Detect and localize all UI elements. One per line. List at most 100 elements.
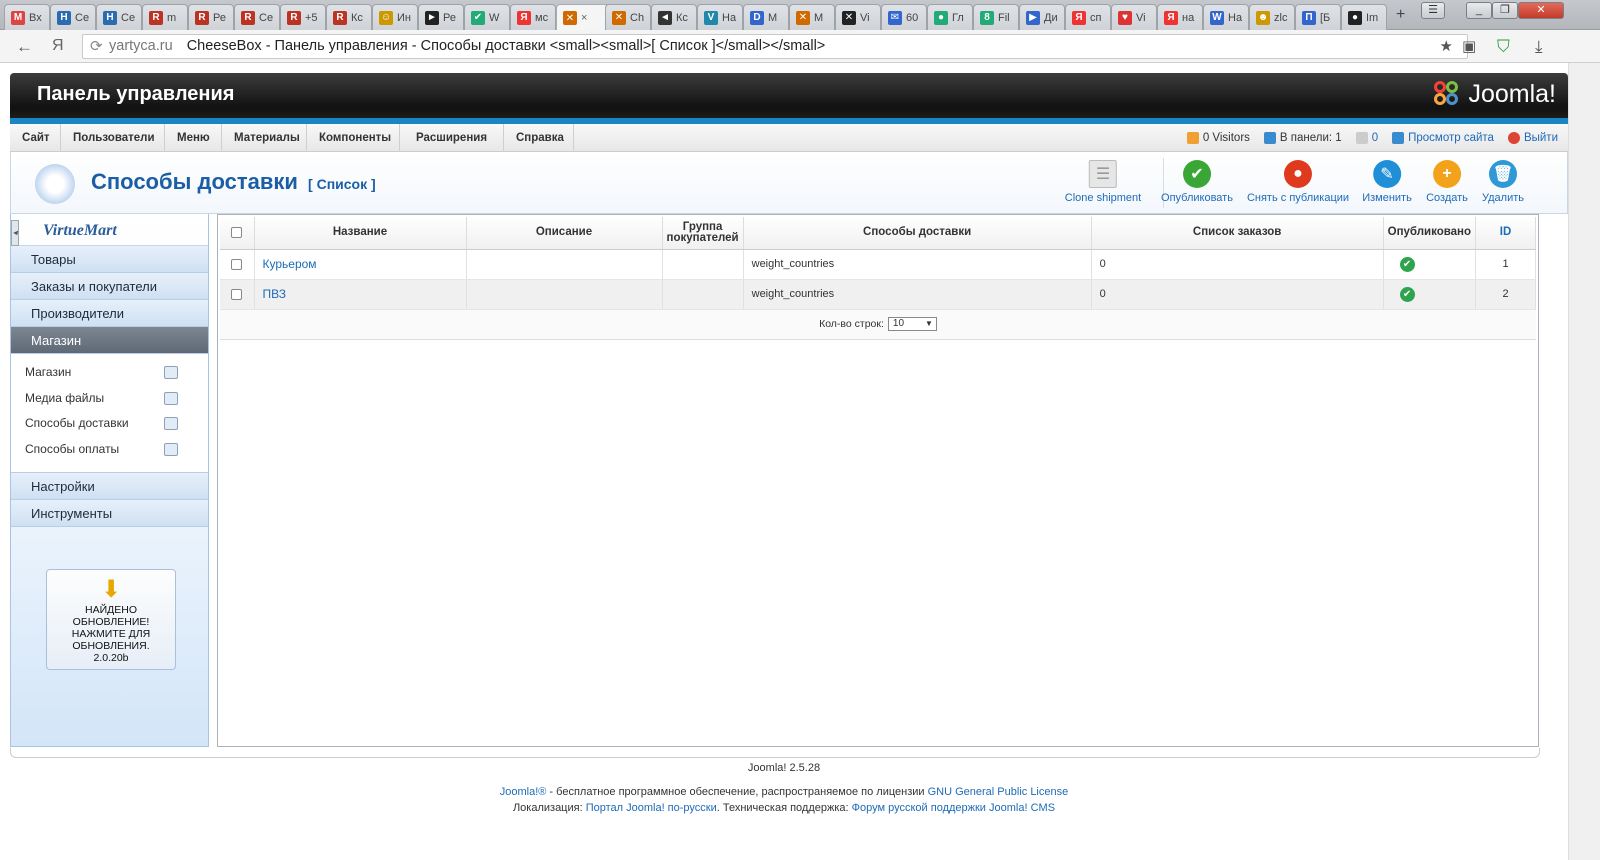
new-tab-button[interactable]: + (1396, 6, 1405, 24)
gpl-link[interactable]: GNU General Public License (928, 786, 1069, 798)
browser-tab[interactable]: R Се (234, 4, 280, 30)
published-check-icon[interactable]: ✔ (1399, 286, 1415, 302)
admin-menu-item[interactable]: Меню (165, 124, 222, 152)
published-check-icon[interactable]: ✔ (1399, 256, 1415, 272)
row-checkbox[interactable] (231, 258, 243, 270)
sidebar-item[interactable]: Настройки (11, 473, 208, 500)
download-icon[interactable]: ⤓ (1535, 37, 1543, 57)
browser-tab[interactable]: Яна (1157, 4, 1203, 30)
sidebar-subitem[interactable]: Медиа файлы (11, 386, 208, 412)
shipment-name-link[interactable]: Курьером (263, 257, 317, 271)
support-forum-link[interactable]: Форум русской поддержки Joomla! CMS (852, 802, 1055, 814)
joomla-logo[interactable]: Joomla! (1434, 80, 1556, 109)
column-header-description[interactable]: Описание (466, 217, 663, 250)
browser-tab[interactable]: П [Б (1295, 4, 1341, 30)
browser-tab[interactable]: DМ (743, 4, 789, 30)
browser-tab[interactable]: ✕ Vi (835, 4, 881, 30)
column-header-published[interactable]: Опубликовано (1383, 217, 1477, 250)
shipment-name-link[interactable]: ПВЗ (263, 287, 286, 301)
row-checkbox[interactable] (231, 288, 243, 300)
browser-tab[interactable]: ▶ Ди (1019, 4, 1065, 30)
select-all-checkbox[interactable] (231, 226, 243, 238)
sidebar-item[interactable]: Заказы и покупатели (11, 273, 208, 300)
browser-tab[interactable]: H Се (50, 4, 96, 30)
browser-tab[interactable]: M Вх (4, 4, 50, 30)
sidebar-collapse-handle[interactable]: ◂ (11, 220, 19, 246)
messages-status[interactable]: 0 (1355, 132, 1378, 144)
new-button[interactable]: + Создать (1426, 160, 1468, 204)
browser-tab[interactable]: R +5 (280, 4, 326, 30)
sidebar-item[interactable]: Производители (11, 300, 208, 327)
column-header-method[interactable]: Способы доставки (743, 217, 1092, 250)
browser-tab[interactable]: ☺ Ин (372, 4, 418, 30)
joomla-link[interactable]: Joomla!® (500, 786, 547, 798)
tab-title: Кс (351, 11, 363, 24)
browser-tab[interactable]: Ясп (1065, 4, 1111, 30)
yandex-icon[interactable]: Я (52, 37, 64, 55)
tab-title: на (1182, 11, 1195, 24)
logout-link[interactable]: Выйти (1507, 132, 1558, 144)
view-site-link[interactable]: Просмотр сайта (1392, 132, 1494, 144)
browser-tab[interactable]: Ямс (510, 4, 556, 30)
shield-icon[interactable]: ⛉ (1497, 37, 1510, 57)
browser-tab[interactable]: ☻ zlc (1249, 4, 1295, 30)
bookmark-star-icon[interactable]: ★ (1440, 35, 1453, 58)
clone-button[interactable]: ☰ Clone shipment (1065, 160, 1141, 204)
browser-tab[interactable]: ✔ W (464, 4, 510, 30)
browser-tab[interactable]: Rm (142, 4, 188, 30)
browser-tab[interactable]: ● Im (1341, 4, 1387, 30)
column-header-orders[interactable]: Список заказов (1091, 217, 1384, 250)
browser-menu-button[interactable]: ☰ (1421, 2, 1445, 19)
browser-tab[interactable]: H Се (96, 4, 142, 30)
footer-license-text: - бесплатное программное обеспечение, ра… (546, 786, 928, 798)
back-icon[interactable]: ← (16, 37, 33, 57)
column-header-name[interactable]: Название (254, 217, 467, 250)
browser-tab[interactable]: R Ре (188, 4, 234, 30)
browser-tab[interactable]: 8 Fil (973, 4, 1019, 30)
browser-tab[interactable]: ✕ М (789, 4, 835, 30)
sidebar-item[interactable]: Товары (11, 246, 208, 273)
page-scrollbar[interactable] (1568, 63, 1600, 860)
sidebar-subitem[interactable]: Способы доставки (11, 411, 208, 437)
admin-menu-item[interactable]: Пользователи (61, 124, 165, 152)
admin-menu-item[interactable]: Сайт (10, 124, 61, 152)
unpublish-button[interactable]: ● Снять с публикации (1247, 160, 1349, 204)
edit-button[interactable]: ✎ Изменить (1362, 160, 1412, 204)
browser-tab[interactable]: ● Гл (927, 4, 973, 30)
column-header-group[interactable]: Группа покупателей (662, 217, 744, 250)
admin-menu-item[interactable]: Справка (504, 124, 574, 152)
update-notice[interactable]: ⬇ НАЙДЕНО ОБНОВЛЕНИЕ! НАЖМИТЕ ДЛЯ ОБНОВЛ… (46, 569, 176, 670)
browser-tab[interactable]: ► Ре (418, 4, 464, 30)
url-field[interactable]: ⟳ yartyca.ru CheeseBox - Панель управлен… (82, 34, 1468, 59)
browser-tab[interactable]: R Кс (326, 4, 372, 30)
browser-tab[interactable]: ◄ Кс (651, 4, 697, 30)
browser-tab[interactable]: V На (697, 4, 743, 30)
extension-icon[interactable]: ▣ (1462, 37, 1476, 55)
joomla-ru-portal-link[interactable]: Портал Joomla! по-русски (586, 802, 717, 814)
close-window-button[interactable]: ✕ (1518, 2, 1564, 19)
table-row[interactable]: ПВЗ weight_countries 0 ✔ 2 (220, 279, 1536, 310)
minimize-button[interactable]: _ (1466, 2, 1492, 19)
table-row[interactable]: Курьером weight_countries 0 ✔ 1 (220, 249, 1536, 280)
reload-icon[interactable]: ⟳ (90, 35, 103, 58)
column-header-id[interactable]: ID (1475, 217, 1536, 250)
sidebar-subitem[interactable]: Способы оплаты (11, 437, 208, 463)
sidebar-item[interactable]: Магазин (11, 327, 208, 354)
toolbar-button-label: Удалить (1482, 192, 1524, 204)
rows-per-page-select[interactable]: 10 ▼ (887, 317, 937, 331)
browser-tab-active[interactable]: ✕ × (556, 4, 612, 31)
admin-menu-item[interactable]: Расширения (400, 124, 504, 152)
footer-support-line: Локализация: Портал Joomla! по-русски. Т… (0, 800, 1568, 816)
sidebar-subitem[interactable]: Магазин (11, 360, 208, 386)
admin-menu-item[interactable]: Материалы (222, 124, 307, 152)
admin-menu-item[interactable]: Компоненты (307, 124, 400, 152)
browser-tab[interactable]: W На (1203, 4, 1249, 30)
browser-tab[interactable]: ✉ 60 (881, 4, 927, 30)
publish-button[interactable]: ✔ Опубликовать (1161, 160, 1233, 204)
sidebar-item[interactable]: Инструменты (11, 500, 208, 527)
tab-close-icon[interactable]: × (581, 12, 587, 24)
restore-button[interactable]: ❐ (1492, 2, 1518, 19)
browser-tab[interactable]: ♥ Vi (1111, 4, 1157, 30)
browser-tab[interactable]: ✕ Ch (605, 4, 651, 30)
delete-button[interactable]: 🗑 Удалить (1482, 160, 1524, 204)
